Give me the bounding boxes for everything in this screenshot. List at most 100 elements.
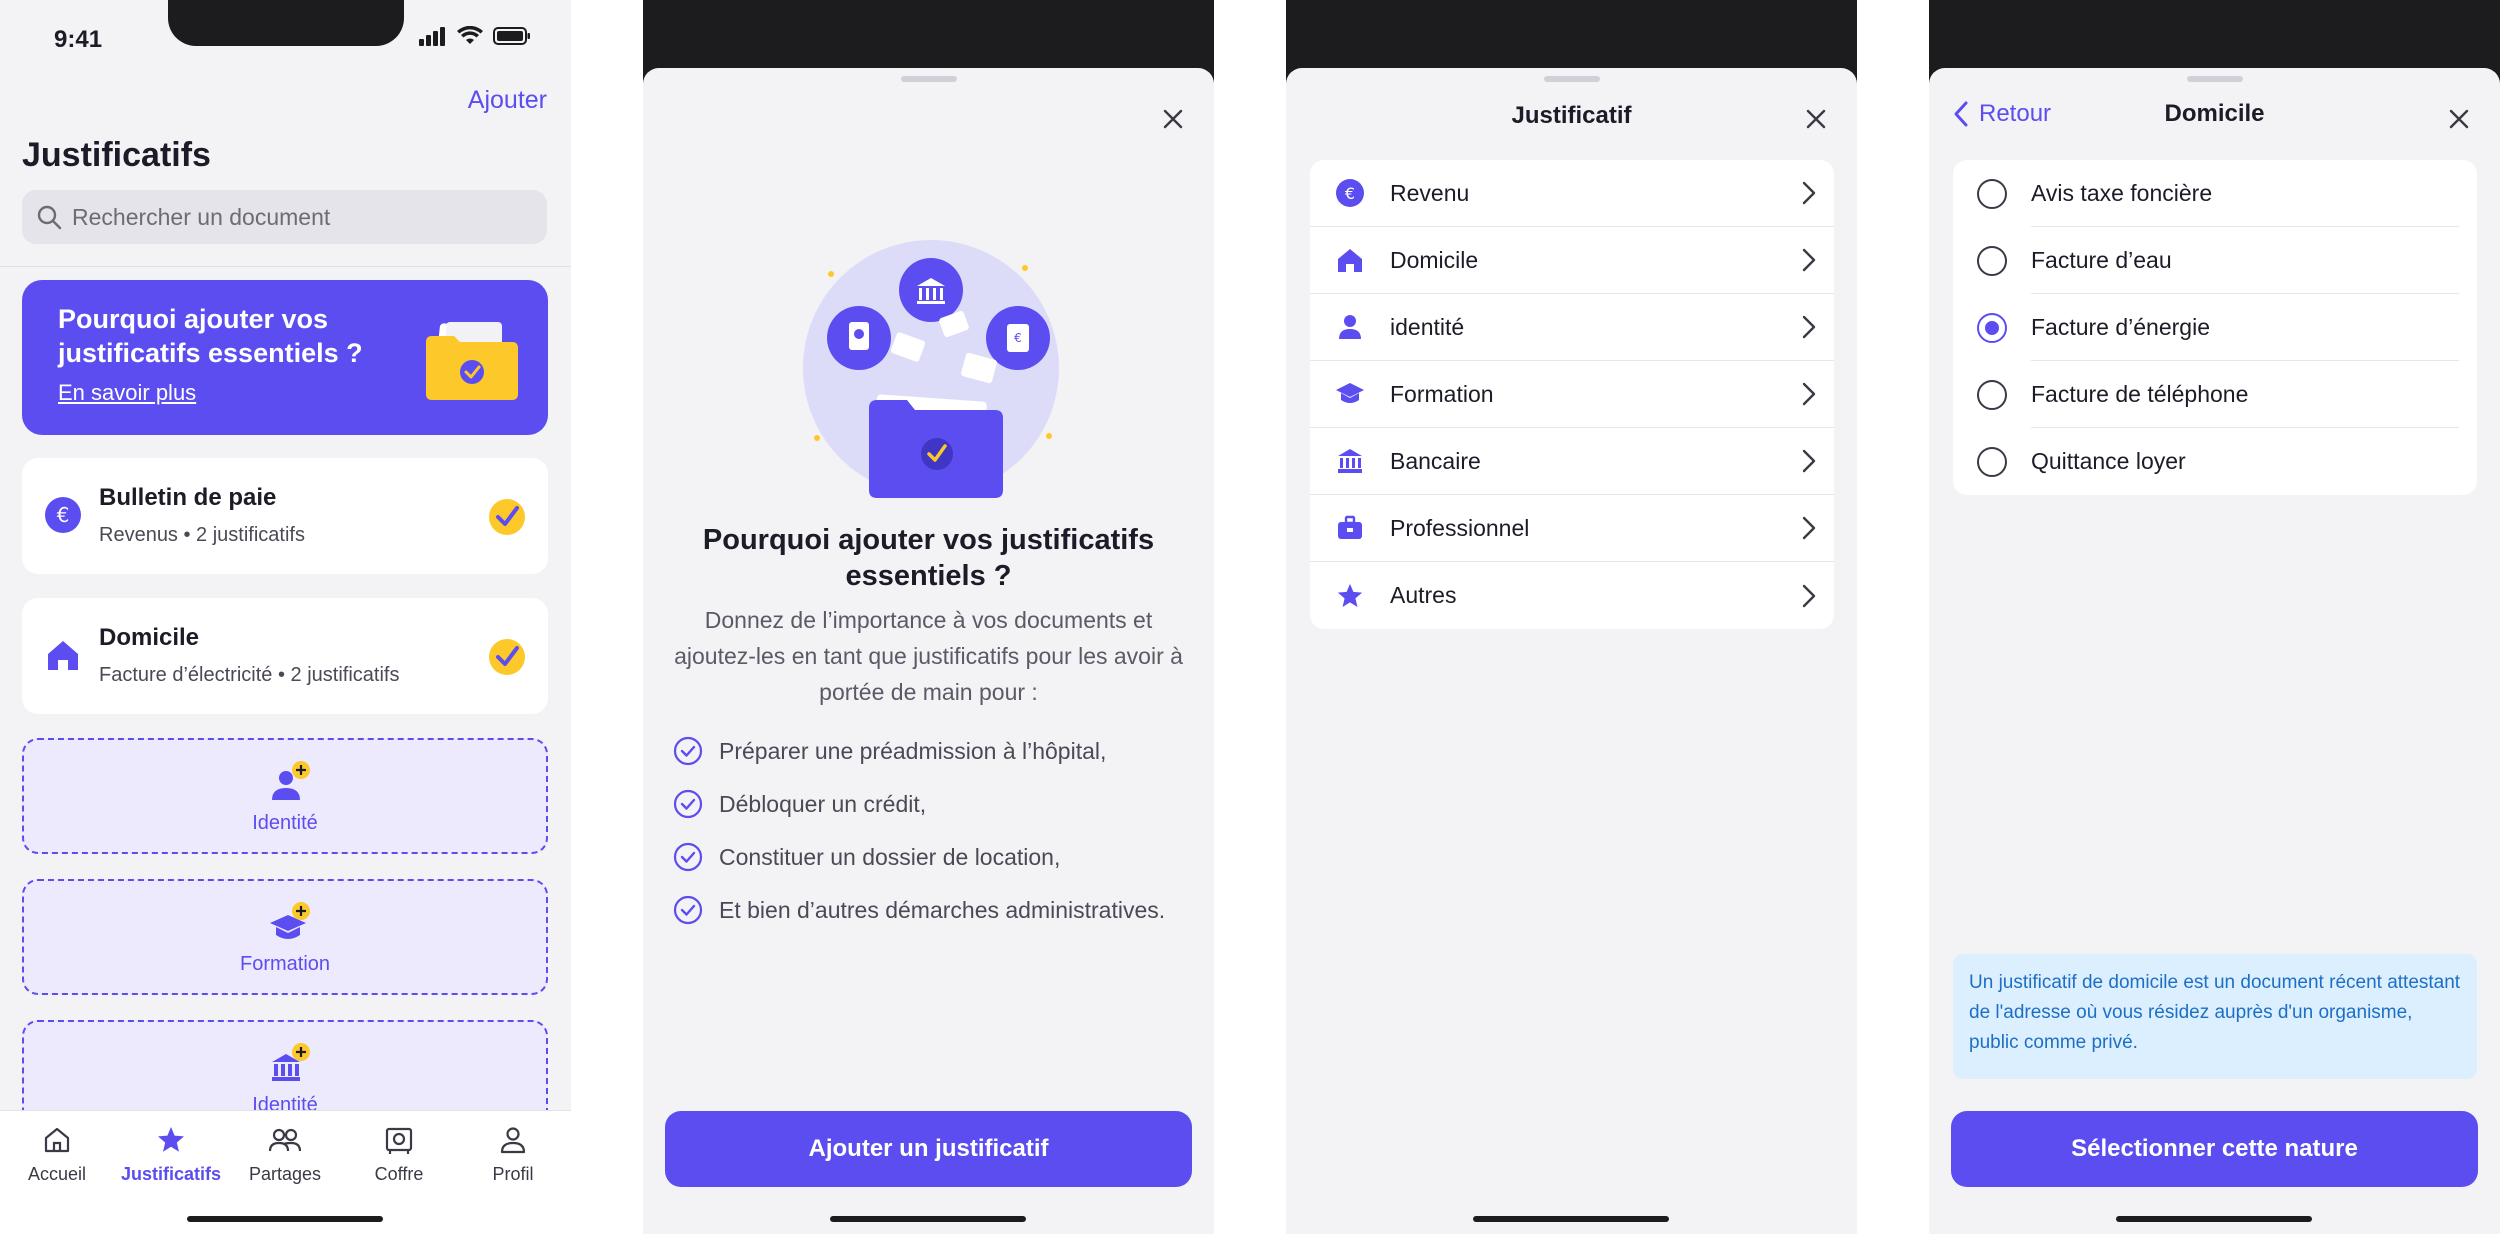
category-professionnel[interactable]: Professionnel: [1310, 495, 1834, 562]
card-subtitle: Revenus • 2 justificatifs: [99, 524, 305, 546]
add-slot-label: Identité: [252, 812, 318, 834]
tab-label: Profil: [492, 1164, 534, 1184]
category-label: identité: [1390, 313, 1465, 340]
tab-accueil[interactable]: Accueil: [0, 1125, 114, 1185]
add-slot-label: Formation: [239, 953, 331, 975]
option-label: Quittance loyer: [2031, 448, 2186, 474]
category-autres[interactable]: Autres: [1310, 562, 1834, 629]
status-icons: [419, 26, 531, 46]
option-facture-energie[interactable]: Facture d’énergie: [1953, 294, 2477, 361]
search-input[interactable]: Rechercher un document: [22, 190, 547, 244]
add-slot-formation[interactable]: Formation: [22, 879, 548, 995]
add-slot-identite[interactable]: Identité: [22, 738, 548, 854]
card-domicile[interactable]: Domicile Facture d’électricité • 2 justi…: [22, 598, 548, 714]
tab-justificatifs[interactable]: Justificatifs: [114, 1125, 228, 1185]
category-domicile[interactable]: Domicile: [1310, 227, 1834, 294]
check-circle-icon: [673, 789, 703, 819]
category-label: Autres: [1390, 582, 1457, 608]
category-identite[interactable]: identité: [1310, 294, 1834, 361]
card-title: Domicile: [99, 624, 200, 651]
promo-banner[interactable]: Pourquoi ajouter vos justificatifs essen…: [22, 280, 548, 435]
tab-bar: Accueil Justificatifs Partages Coffre Pr…: [0, 1110, 571, 1234]
radio-button[interactable]: [1977, 446, 2007, 477]
radio-button[interactable]: [1977, 379, 2007, 410]
tab-partages[interactable]: Partages: [228, 1125, 342, 1185]
person-icon: [1332, 309, 1368, 345]
check-circle-icon: [673, 842, 703, 872]
info-box: Un justificatif de domicile est un docum…: [1953, 954, 2477, 1079]
category-list: € Revenu Domicile identité Formation Ban…: [1310, 160, 1834, 629]
close-button[interactable]: [1801, 104, 1831, 134]
category-label: Professionnel: [1390, 514, 1530, 541]
category-revenu[interactable]: € Revenu: [1310, 160, 1834, 227]
status-bar: 9:41: [0, 0, 571, 68]
add-document-button[interactable]: Ajouter un justificatif: [665, 1111, 1192, 1187]
house-icon: [1332, 242, 1368, 278]
chevron-right-icon: [1802, 382, 1816, 406]
tab-coffre[interactable]: Coffre: [342, 1125, 456, 1185]
star-icon: [1332, 578, 1368, 614]
tab-profil[interactable]: Profil: [456, 1125, 570, 1185]
learn-more-link[interactable]: En savoir plus: [58, 380, 196, 406]
radio-button[interactable]: [1977, 178, 2007, 209]
home-indicator: [830, 1216, 1026, 1222]
check-circle-icon: [673, 736, 703, 766]
check-badge-icon: [489, 639, 525, 675]
option-quittance-loyer[interactable]: Quittance loyer: [1953, 428, 2477, 495]
close-button[interactable]: [2444, 104, 2474, 134]
sheet-title: Domicile: [2164, 100, 2265, 127]
sheet-grabber[interactable]: [2187, 76, 2243, 82]
category-bancaire[interactable]: Bancaire: [1310, 428, 1834, 495]
euro-icon: €: [1332, 175, 1368, 211]
euro-icon: €: [45, 497, 81, 533]
check-badge-icon: [489, 499, 525, 535]
category-label: Revenu: [1390, 179, 1470, 206]
category-formation[interactable]: Formation: [1310, 361, 1834, 428]
radio-button[interactable]: [1977, 245, 2007, 276]
option-facture-telephone[interactable]: Facture de téléphone: [1953, 361, 2477, 428]
home-indicator: [2116, 1216, 2312, 1222]
bottom-sheet: Justificatif € Revenu Domicile identité: [1286, 68, 1857, 1234]
benefit-text: Préparer une préadmission à l’hôpital,: [719, 737, 1107, 764]
benefit-item: Et bien d’autres démarches administrativ…: [673, 895, 1165, 925]
chevron-right-icon: [1802, 248, 1816, 272]
chevron-right-icon: [1802, 449, 1816, 473]
option-label: Avis taxe foncière: [2031, 180, 2213, 206]
option-label: Facture de téléphone: [2031, 381, 2249, 407]
option-avis-taxe-fonciere[interactable]: Avis taxe foncière: [1953, 160, 2477, 227]
graduation-icon: [1332, 376, 1368, 412]
documents-folder-illustration: €: [803, 240, 1059, 498]
close-icon: [2449, 109, 2469, 129]
bottom-sheet: Retour Domicile Avis taxe foncière Factu…: [1929, 68, 2500, 1234]
safe-icon: [385, 1127, 413, 1154]
option-label: Facture d’énergie: [2031, 314, 2210, 340]
radio-button-selected[interactable]: [1977, 312, 2007, 343]
profile-icon: [500, 1127, 526, 1154]
sheet-grabber[interactable]: [901, 76, 957, 82]
tab-label: Partages: [248, 1164, 322, 1184]
briefcase-icon: [1332, 510, 1368, 546]
battery-icon: [493, 27, 530, 45]
close-button[interactable]: [1158, 104, 1188, 134]
wifi-icon: [457, 26, 483, 44]
chevron-right-icon: [1802, 516, 1816, 540]
notch: [168, 0, 404, 46]
benefit-text: Débloquer un crédit,: [719, 790, 927, 817]
option-facture-eau[interactable]: Facture d’eau: [1953, 227, 2477, 294]
benefit-item: Préparer une préadmission à l’hôpital,: [673, 736, 1106, 766]
sheet-title: Justificatif: [1511, 102, 1632, 129]
search-icon: [37, 205, 62, 230]
sheet-grabber[interactable]: [1544, 76, 1600, 82]
select-nature-button[interactable]: Sélectionner cette nature: [1951, 1111, 2478, 1187]
signal-icon: [419, 27, 445, 46]
star-icon: [158, 1127, 184, 1152]
status-time: 9:41: [54, 26, 103, 53]
folder-check-icon: [426, 322, 518, 400]
graduation-plus-icon: [270, 902, 310, 939]
add-button[interactable]: Ajouter: [468, 86, 547, 115]
card-bulletin-de-paie[interactable]: € Bulletin de paie Revenus • 2 justifica…: [22, 458, 548, 574]
benefit-item: Débloquer un crédit,: [673, 789, 926, 819]
home-indicator: [187, 1216, 383, 1222]
home-indicator: [1473, 1216, 1669, 1222]
nature-radio-list: Avis taxe foncière Facture d’eau Facture…: [1953, 160, 2477, 495]
